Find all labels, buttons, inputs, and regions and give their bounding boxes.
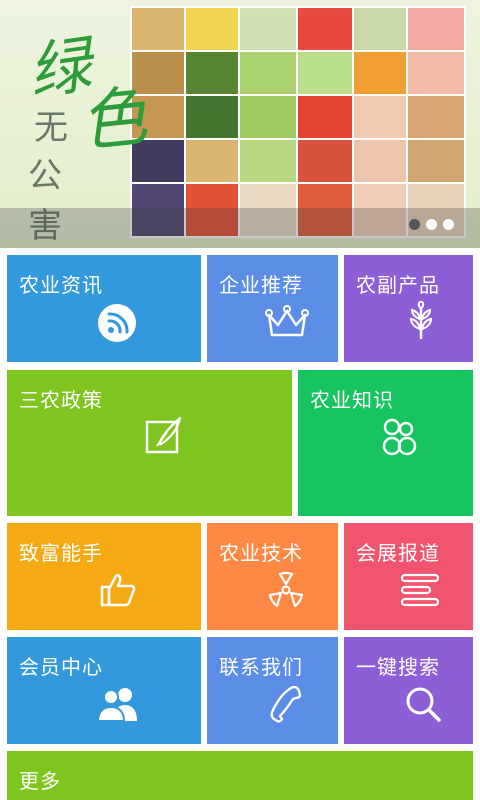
rss-icon [97,303,137,343]
tile-label: 会员中心 [19,655,103,679]
tile-label: 联系我们 [219,655,303,679]
tile-wealth-experts[interactable]: 致富能手 [7,523,201,630]
slogan-char-2: 色 [76,77,151,162]
wheat-icon [404,301,438,341]
phone-icon [269,685,305,723]
carousel-dot-2[interactable] [426,219,437,230]
hero-banner[interactable]: 绿 色 无 公 害 [0,0,480,248]
tile-label: 致富能手 [19,541,103,565]
list-lines-icon [400,573,440,607]
tile-more[interactable]: 更多 [7,751,473,800]
tile-label: 三农政策 [19,388,103,412]
carousel-dot-3[interactable] [443,219,454,230]
tile-agri-knowledge[interactable]: 农业知识 [298,370,473,516]
banner-slogan: 绿 色 无 公 害 [18,18,150,246]
tile-agri-news[interactable]: 农业资讯 [7,255,201,362]
tile-label: 更多 [19,769,61,793]
tile-contact-us[interactable]: 联系我们 [207,637,338,744]
tile-agri-products[interactable]: 农副产品 [344,255,473,362]
slogan-char-4: 公 [28,156,62,196]
radiation-icon [267,571,305,609]
vegetable-photo-collage [130,6,466,238]
thumbs-up-icon [99,571,137,609]
tile-label: 农业知识 [310,388,394,412]
tile-label: 农业技术 [219,541,303,565]
crown-icon [265,305,309,341]
tile-label: 农副产品 [356,273,440,297]
carousel-dot-1[interactable] [409,219,420,230]
tile-agri-technology[interactable]: 农业技术 [207,523,338,630]
tile-label: 企业推荐 [219,273,303,297]
carousel-indicator [409,219,454,230]
tile-exhibition-reports[interactable]: 会展报道 [344,523,473,630]
tile-label: 一键搜索 [356,655,440,679]
search-icon [404,685,442,723]
slogan-char-3: 无 [34,108,68,148]
pen-paper-icon [145,416,183,454]
tile-rural-policy[interactable]: 三农政策 [7,370,292,516]
tile-one-click-search[interactable]: 一键搜索 [344,637,473,744]
tile-member-center[interactable]: 会员中心 [7,637,201,744]
users-icon [97,685,139,723]
tile-label: 农业资讯 [19,273,103,297]
people-icon [380,416,418,456]
tile-enterprise-recommend[interactable]: 企业推荐 [207,255,338,362]
banner-caption-bar [0,208,480,248]
tile-label: 会展报道 [356,541,440,565]
